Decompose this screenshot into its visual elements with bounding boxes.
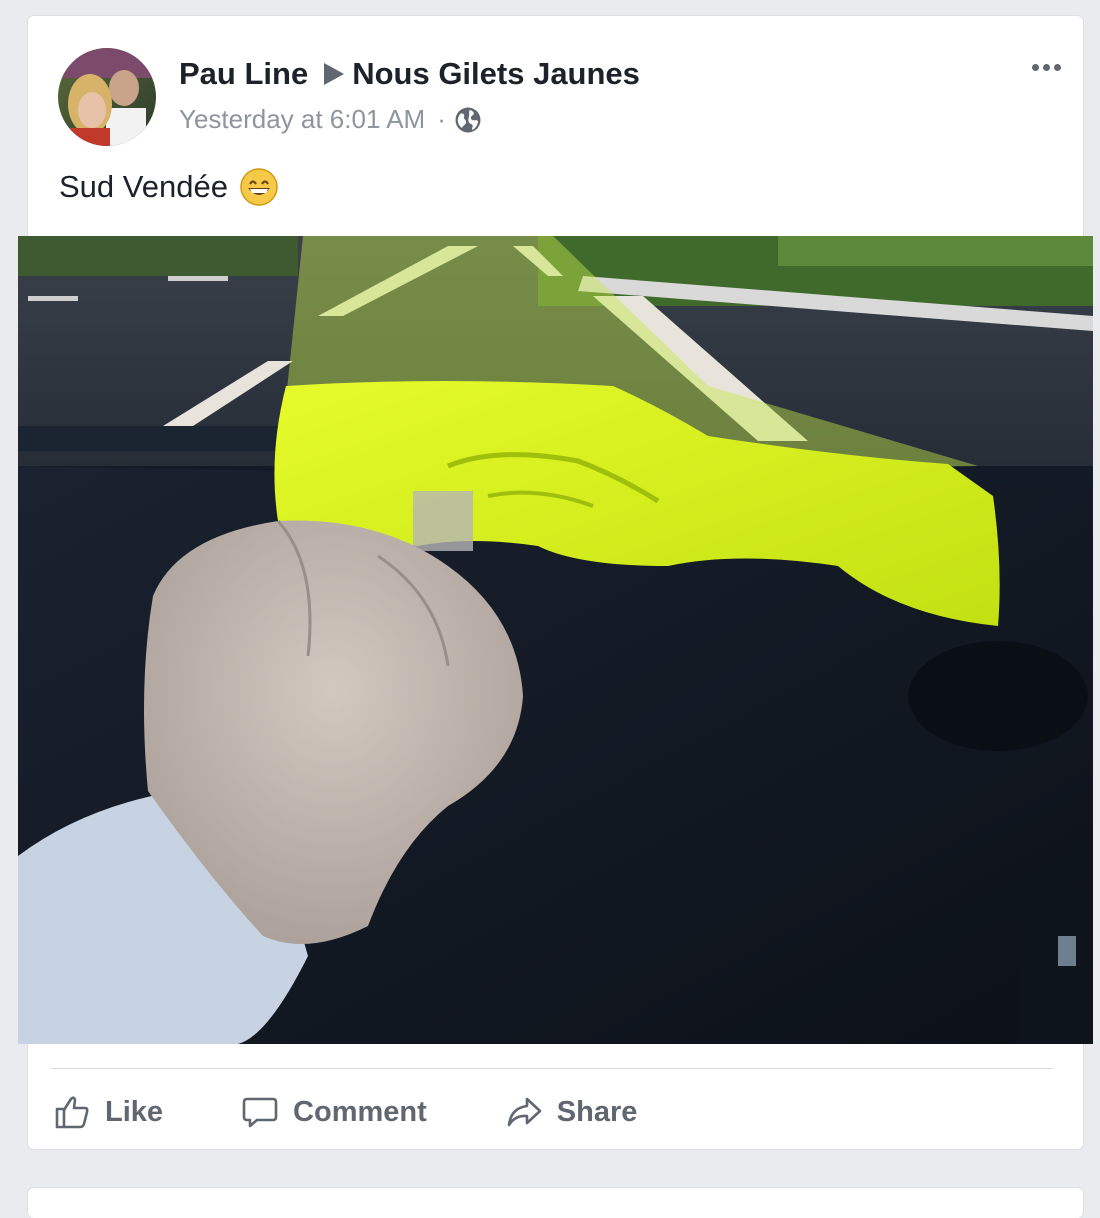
post-meta: Yesterday at 6:01 AM · xyxy=(179,104,482,135)
post-timestamp[interactable]: Yesterday at 6:01 AM xyxy=(179,104,425,135)
like-button[interactable]: Like xyxy=(53,1093,163,1131)
author-name[interactable]: Pau Line xyxy=(179,56,308,92)
share-arrow-icon xyxy=(507,1097,542,1127)
comment-bubble-icon xyxy=(242,1097,278,1128)
comment-label: Comment xyxy=(293,1095,427,1128)
group-name[interactable]: Nous Gilets Jaunes xyxy=(352,56,640,92)
post-header: Pau Line Nous Gilets Jaunes xyxy=(179,56,640,92)
photo-yellow-vest-dashboard xyxy=(18,236,1093,1044)
globe-icon[interactable] xyxy=(454,106,482,134)
share-label: Share xyxy=(556,1095,638,1128)
comment-button[interactable]: Comment xyxy=(241,1093,427,1131)
avatar-photo xyxy=(58,48,156,146)
post-card: Pau Line Nous Gilets Jaunes Yesterday at… xyxy=(18,16,1093,1149)
post-photo[interactable] xyxy=(18,236,1093,1044)
meta-separator: · xyxy=(437,104,446,134)
share-button[interactable]: Share xyxy=(505,1093,638,1131)
post-body: Sud Vendée xyxy=(59,169,228,204)
triangle-right-icon xyxy=(324,63,345,85)
more-options-icon[interactable] xyxy=(1032,64,1061,71)
action-divider xyxy=(51,1068,1053,1069)
avatar[interactable] xyxy=(58,48,156,146)
post-actions: Like Comment Share xyxy=(53,1088,715,1136)
like-label: Like xyxy=(105,1095,164,1128)
thumbs-up-icon xyxy=(55,1096,89,1129)
post-text: Sud Vendée xyxy=(59,168,278,206)
grinning-face-icon xyxy=(240,168,278,206)
